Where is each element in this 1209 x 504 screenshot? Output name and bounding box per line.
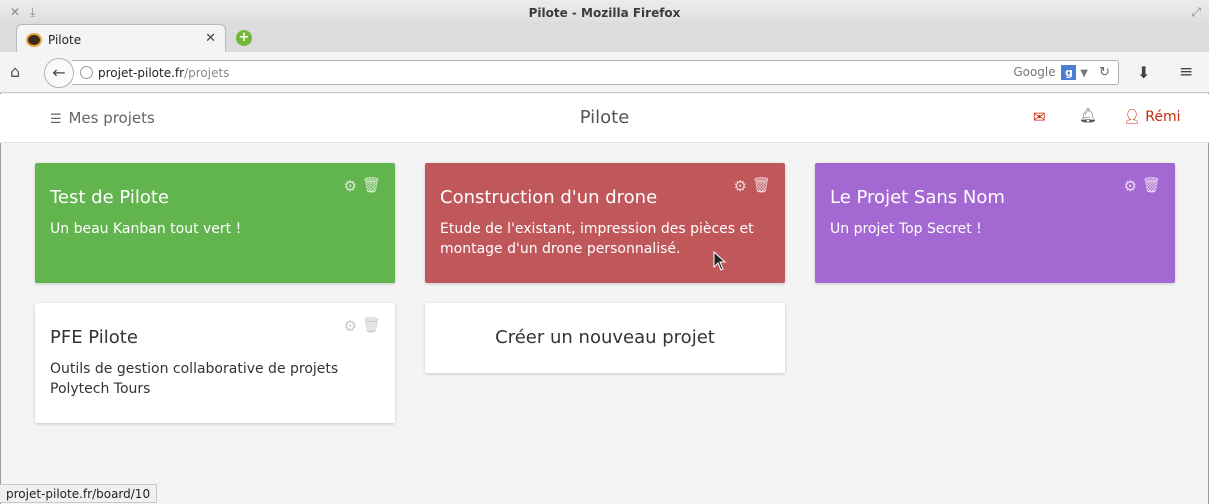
project-description: Un beau Kanban tout vert ! (50, 221, 242, 237)
project-title: Le Projet Sans Nom (830, 187, 1005, 208)
user-icon: 👤︎ (1123, 109, 1141, 125)
user-name: Rémi (1145, 109, 1181, 125)
menu-icon[interactable]: ≡ (1179, 62, 1193, 82)
status-bar-url: projet-pilote.fr/board/10 (0, 484, 158, 503)
app-header: ☰ Mes projets Pilote ✉ 🔔︎ 👤︎ Rémi (0, 94, 1209, 143)
gear-icon[interactable]: ⚙ (344, 177, 357, 195)
nav-toolbar: ⌂ projet-pilote.fr/projets Google g ▼ ↻ … (0, 52, 1209, 93)
back-button[interactable]: ← (44, 58, 74, 88)
url-bar[interactable]: projet-pilote.fr/projets Google g ▼ ↻ (72, 60, 1119, 85)
search-dropdown-icon[interactable]: ▼ (1080, 68, 1088, 79)
search-engine[interactable]: Google g ▼ (1013, 65, 1088, 80)
project-description: Un projet Top Secret ! (830, 221, 982, 237)
project-description: Outils de gestion collaborative de proje… (50, 361, 339, 397)
url-path: /projets (184, 66, 230, 80)
brand-title: Pilote (579, 107, 630, 128)
downloads-icon[interactable]: ⬇ (1137, 63, 1150, 82)
gear-icon[interactable]: ⚙ (1124, 177, 1137, 195)
user-menu[interactable]: 👤︎ Rémi (1123, 109, 1180, 125)
new-tab-button[interactable]: + (236, 30, 252, 46)
maximize-icon[interactable]: ⤢ (1191, 5, 1201, 20)
trash-icon[interactable]: 🗑︎ (752, 176, 771, 194)
google-icon: g (1061, 65, 1077, 80)
tab-title: Pilote (48, 33, 82, 47)
gear-icon[interactable]: ⚙ (734, 177, 747, 195)
trash-icon[interactable]: 🗑︎ (362, 316, 381, 334)
tab-strip: Pilote ✕ + (0, 22, 1209, 54)
mail-icon[interactable]: ✉ (1033, 108, 1046, 126)
project-title: PFE Pilote (50, 327, 138, 348)
tab-pilote[interactable]: Pilote ✕ (16, 24, 226, 54)
project-title: Test de Pilote (50, 187, 169, 208)
create-project-button[interactable]: Créer un nouveau projet (425, 303, 785, 373)
url-host: projet-pilote.fr (98, 66, 185, 80)
project-title: Construction d'un drone (440, 187, 658, 208)
trash-icon[interactable]: 🗑︎ (362, 176, 381, 194)
url-text[interactable]: projet-pilote.fr/projets (98, 66, 229, 80)
project-card[interactable]: Le Projet Sans Nom Un projet Top Secret … (815, 163, 1175, 283)
close-tab-icon[interactable]: ✕ (205, 31, 216, 46)
project-card[interactable]: Test de Pilote Un beau Kanban tout vert … (35, 163, 395, 283)
bell-icon[interactable]: 🔔︎ (1079, 108, 1097, 124)
globe-icon (80, 66, 93, 79)
project-description: Etude de l'existant, impression des pièc… (440, 221, 754, 257)
favicon-icon (26, 33, 42, 47)
trash-icon[interactable]: 🗑︎ (1142, 176, 1161, 194)
reload-icon[interactable]: ↻ (1099, 65, 1110, 80)
project-card[interactable]: Construction d'un drone Etude de l'exist… (425, 163, 785, 283)
mouse-cursor-icon (713, 251, 727, 271)
project-card[interactable]: PFE Pilote Outils de gestion collaborati… (35, 303, 395, 423)
search-engine-label: Google (1013, 65, 1056, 79)
window-title: Pilote - Mozilla Firefox (528, 6, 681, 20)
back-arrow-icon: ← (52, 63, 66, 82)
home-icon[interactable]: ⌂ (10, 62, 20, 81)
gear-icon[interactable]: ⚙ (344, 317, 357, 335)
